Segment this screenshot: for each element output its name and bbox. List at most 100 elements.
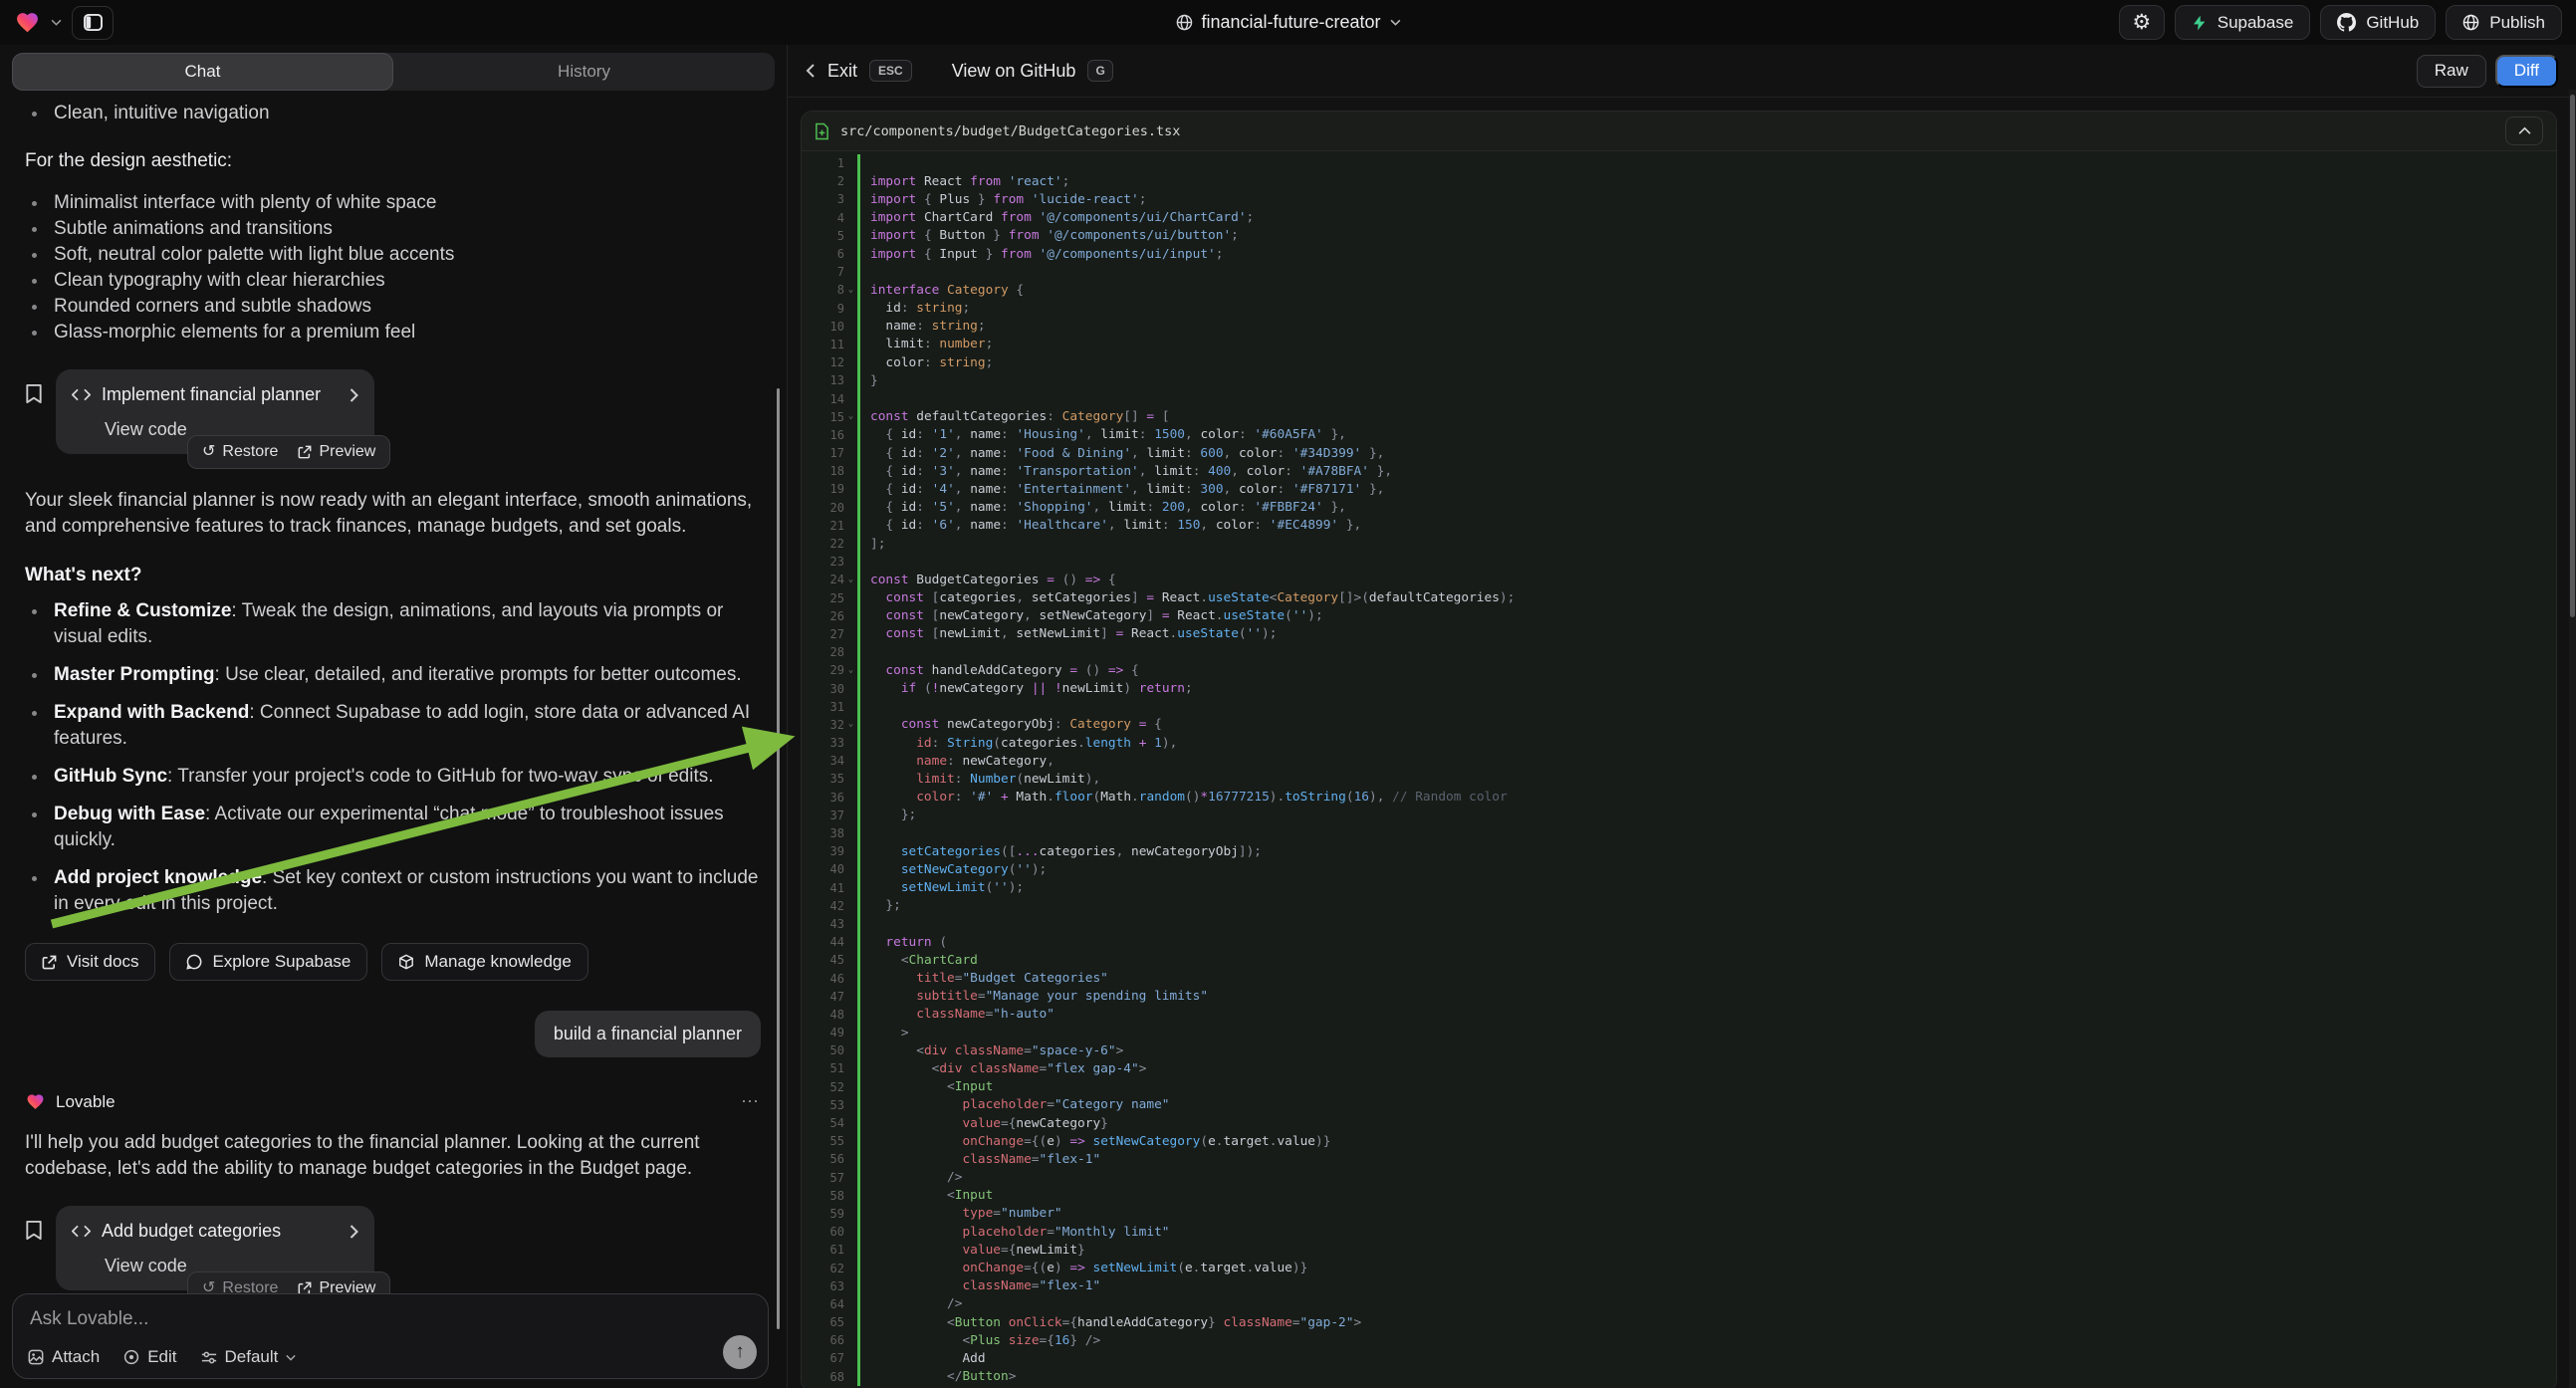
lovable-logo-icon[interactable] — [14, 10, 41, 35]
code-line: 1 — [802, 154, 2556, 172]
tab-history[interactable]: History — [393, 53, 775, 91]
design-bullet-list: Minimalist interface with plenty of whit… — [25, 190, 761, 346]
preview-button[interactable]: Preview — [298, 1279, 375, 1293]
manage-knowledge-button[interactable]: Manage knowledge — [381, 943, 587, 981]
chat-message-list[interactable]: Clean, intuitive navigation For the desi… — [0, 91, 787, 1293]
preview-button[interactable]: Preview — [298, 443, 375, 461]
code-line: 63 className="flex-1" — [802, 1277, 2556, 1295]
code-line: 59 type="number" — [802, 1205, 2556, 1223]
workspace-chevron-icon[interactable] — [51, 19, 62, 26]
code-line: 9 id: string; — [802, 300, 2556, 318]
code-line: 25 const [categories, setCategories] = R… — [802, 589, 2556, 607]
code-line: 11 limit: number; — [802, 336, 2556, 353]
code-line: 48 className="h-auto" — [802, 1006, 2556, 1024]
line-number: 27 — [802, 627, 857, 641]
attach-button[interactable]: Attach — [28, 1347, 100, 1367]
code-line: 61 value={newLimit} — [802, 1241, 2556, 1259]
line-number: 49 — [802, 1026, 857, 1040]
code-line: 62 onChange={(e) => setNewLimit(e.target… — [802, 1259, 2556, 1276]
line-number: 41 — [802, 881, 857, 895]
line-number: 67 — [802, 1351, 857, 1365]
code-line: 22]; — [802, 535, 2556, 553]
bookmark-icon[interactable] — [25, 383, 43, 454]
line-number: 24⌄ — [802, 573, 857, 586]
design-aesthetic-heading: For the design aesthetic: — [25, 150, 761, 172]
assistant-name: Lovable — [56, 1092, 116, 1112]
settings-button[interactable]: ⚙ — [2119, 5, 2165, 40]
version-card-add-budget-categories[interactable]: Add budget categories View code ↺ Restor… — [56, 1206, 374, 1290]
line-number: 15⌄ — [802, 410, 857, 424]
window-scrollbar[interactable] — [2569, 90, 2576, 1388]
list-item: GitHub Sync: Transfer your project's cod… — [25, 764, 761, 790]
chevron-down-icon — [1390, 19, 1401, 26]
edit-button[interactable]: Edit — [123, 1347, 176, 1367]
line-number: 58 — [802, 1189, 857, 1203]
target-icon — [123, 1349, 139, 1365]
view-on-github-link[interactable]: View on GitHub — [952, 61, 1076, 82]
code-line: 15⌄const defaultCategories: Category[] =… — [802, 408, 2556, 426]
chat-scrollbar[interactable] — [777, 388, 780, 1329]
sliders-icon — [201, 1350, 217, 1365]
version-card-implement-financial-planner[interactable]: Implement financial planner View code ↺ … — [56, 369, 374, 454]
code-line: 29⌄ const handleAddCategory = () => { — [802, 661, 2556, 679]
code-line: 44 return ( — [802, 933, 2556, 951]
code-line: 60 placeholder="Monthly limit" — [802, 1223, 2556, 1241]
file-header[interactable]: src/components/budget/BudgetCategories.t… — [802, 112, 2556, 151]
code-line: 56 className="flex-1" — [802, 1150, 2556, 1168]
restore-button[interactable]: ↺ Restore — [202, 1279, 278, 1293]
version-card-title: Add budget categories — [102, 1221, 339, 1242]
collapse-file-button[interactable] — [2505, 116, 2543, 145]
bullet-dot — [32, 201, 37, 206]
github-button[interactable]: GitHub — [2320, 5, 2436, 40]
bullet-dot — [32, 305, 37, 310]
message-menu-button[interactable]: ⋯ — [741, 1091, 761, 1112]
tab-chat[interactable]: Chat — [12, 53, 393, 91]
publish-button[interactable]: Publish — [2446, 5, 2562, 40]
send-button[interactable]: ↑ — [723, 1335, 757, 1369]
fold-chevron-icon[interactable]: ⌄ — [844, 286, 857, 295]
code-line: 43 — [802, 915, 2556, 933]
fold-chevron-icon[interactable]: ⌄ — [844, 412, 857, 421]
code-line: 28 — [802, 643, 2556, 661]
raw-toggle-button[interactable]: Raw — [2417, 55, 2486, 88]
bookmark-icon[interactable] — [25, 1220, 43, 1290]
bullet-dot — [32, 253, 37, 258]
code-line: 35 limit: Number(newLimit), — [802, 770, 2556, 788]
arrow-up-icon: ↑ — [735, 1341, 745, 1363]
code-line: 47 subtitle="Manage your spending limits… — [802, 988, 2556, 1006]
mode-selector[interactable]: Default — [201, 1347, 297, 1367]
chevron-left-icon[interactable] — [806, 63, 816, 79]
bullet-dot — [32, 112, 37, 116]
restore-button[interactable]: ↺ Restore — [202, 443, 278, 461]
code-line: 10 name: string; — [802, 318, 2556, 336]
line-number: 65 — [802, 1315, 857, 1329]
line-number: 16 — [802, 428, 857, 442]
code-line: 3import { Plus } from 'lucide-react'; — [802, 190, 2556, 208]
diff-toggle-button[interactable]: Diff — [2495, 55, 2558, 88]
line-number: 7 — [802, 265, 857, 279]
code-line: 58 <Input — [802, 1187, 2556, 1205]
chat-input[interactable]: Ask Lovable... — [30, 1308, 148, 1330]
chat-composer[interactable]: Ask Lovable... Attach — [12, 1293, 769, 1379]
exit-button[interactable]: Exit — [827, 61, 857, 82]
line-number: 60 — [802, 1225, 857, 1239]
line-number: 10 — [802, 320, 857, 334]
line-number: 11 — [802, 338, 857, 351]
explore-supabase-button[interactable]: Explore Supabase — [169, 943, 367, 981]
visit-docs-button[interactable]: Visit docs — [25, 943, 155, 981]
fold-chevron-icon[interactable]: ⌄ — [844, 720, 857, 729]
line-number: 23 — [802, 555, 857, 569]
fold-chevron-icon[interactable]: ⌄ — [844, 576, 857, 584]
chevron-down-icon — [286, 1354, 296, 1361]
window-scrollbar-thumb[interactable] — [2570, 95, 2575, 617]
code-line: 7 — [802, 263, 2556, 281]
code-viewer[interactable]: 12import React from 'react';3import { Pl… — [802, 151, 2556, 1388]
globe-icon — [1175, 14, 1192, 31]
code-line: 68 </Button> — [802, 1368, 2556, 1386]
toggle-sidebar-button[interactable] — [72, 6, 114, 40]
supabase-button[interactable]: Supabase — [2175, 5, 2311, 40]
github-label: GitHub — [2366, 13, 2419, 33]
user-message-1: build a financial planner — [535, 1011, 761, 1057]
fold-chevron-icon[interactable]: ⌄ — [844, 666, 857, 675]
project-switcher[interactable]: financial-future-creator — [1175, 0, 1400, 45]
